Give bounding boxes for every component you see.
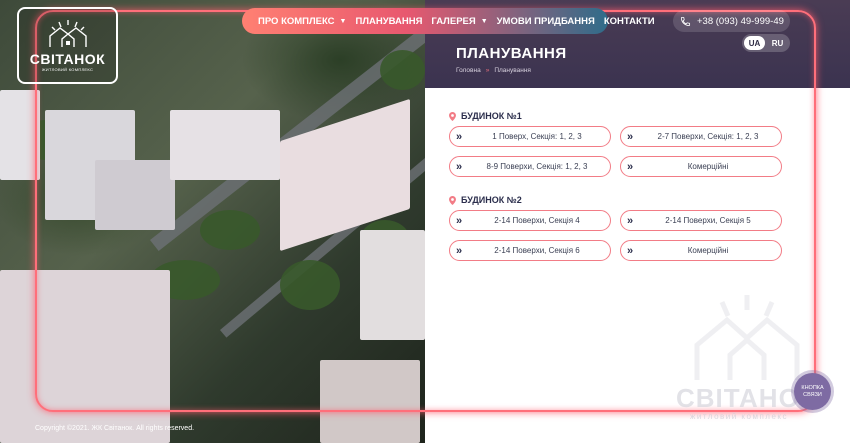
- nav-item-contacts[interactable]: КОНТАКТИ: [604, 16, 655, 27]
- section-heading-building-2: БУДИНОК №2: [449, 195, 522, 205]
- nav-item-planning[interactable]: ПЛАНУВАННЯ: [355, 16, 422, 27]
- logo-subtitle: житловий комплекс: [41, 67, 94, 72]
- plan-button-b1-floors-2-7[interactable]: » 2-7 Поверхи, Секція: 1, 2, 3: [620, 126, 782, 147]
- plan-button-b1-floors-8-9[interactable]: » 8-9 Поверхи, Секція: 1, 2, 3: [449, 156, 611, 177]
- double-chevron-right-icon: »: [627, 244, 633, 257]
- breadcrumb-home[interactable]: Головна: [456, 67, 481, 74]
- double-chevron-right-icon: »: [627, 160, 633, 173]
- page-title: ПЛАНУВАННЯ: [456, 45, 567, 62]
- double-chevron-right-icon: »: [627, 214, 633, 227]
- double-chevron-right-icon: »: [456, 130, 462, 143]
- double-chevron-right-icon: »: [627, 130, 633, 143]
- double-chevron-right-icon: »: [456, 214, 462, 227]
- breadcrumb-current: Планування: [494, 67, 531, 74]
- lang-ru[interactable]: RU: [767, 36, 788, 50]
- phone-link[interactable]: +38 (093) 49-999-49: [673, 10, 790, 32]
- lang-ua[interactable]: UA: [744, 36, 765, 50]
- watermark-subtitle: житловий комплекс: [690, 412, 789, 421]
- breadcrumb-separator: »: [485, 67, 490, 74]
- plan-button-b2-section-5[interactable]: » 2-14 Поверхи, Секція 5: [620, 210, 782, 231]
- double-chevron-right-icon: »: [456, 160, 462, 173]
- phone-icon: [680, 16, 691, 26]
- section-heading-building-1: БУДИНОК №1: [449, 111, 522, 121]
- language-switcher: UA RU: [742, 34, 790, 52]
- chevron-down-icon: ▼: [339, 17, 347, 25]
- nav-item-about[interactable]: ПРО КОМПЛЕКС ▼: [258, 16, 346, 27]
- main-nav: ПРО КОМПЛЕКС ▼ ПЛАНУВАННЯ ГАЛЕРЕЯ ▼ УМОВИ …: [242, 8, 655, 34]
- sunrise-house-logo-icon: [48, 20, 87, 47]
- phone-number: +38 (093) 49-999-49: [697, 15, 784, 27]
- plan-button-b1-commercial[interactable]: » Комерційні: [620, 156, 782, 177]
- nav-item-gallery[interactable]: ГАЛЕРЕЯ ▼: [431, 16, 487, 27]
- double-chevron-right-icon: »: [456, 244, 462, 257]
- breadcrumb: Головна » Планування: [456, 67, 531, 74]
- chevron-down-icon: ▼: [480, 17, 488, 25]
- map-pin-icon: [449, 195, 456, 205]
- plan-button-b2-section-6[interactable]: » 2-14 Поверхи, Секція 6: [449, 240, 611, 261]
- map-pin-icon: [449, 111, 456, 121]
- nav-item-purchase-terms[interactable]: УМОВИ ПРИДБАННЯ: [497, 16, 595, 27]
- logo[interactable]: СВІТАНОК житловий комплекс: [17, 7, 118, 84]
- plan-button-b1-floor1[interactable]: » 1 Поверх, Секція: 1, 2, 3: [449, 126, 611, 147]
- contact-button[interactable]: КНОПКА СВЯЗИ: [794, 373, 831, 410]
- plan-button-b2-section-4[interactable]: » 2-14 Поверхи, Секція 4: [449, 210, 611, 231]
- plan-button-b2-commercial[interactable]: » Комерційні: [620, 240, 782, 261]
- copyright: Copyright ©2021. ЖК Світанок. All rights…: [35, 425, 195, 432]
- logo-name: СВІТАНОК: [29, 51, 106, 67]
